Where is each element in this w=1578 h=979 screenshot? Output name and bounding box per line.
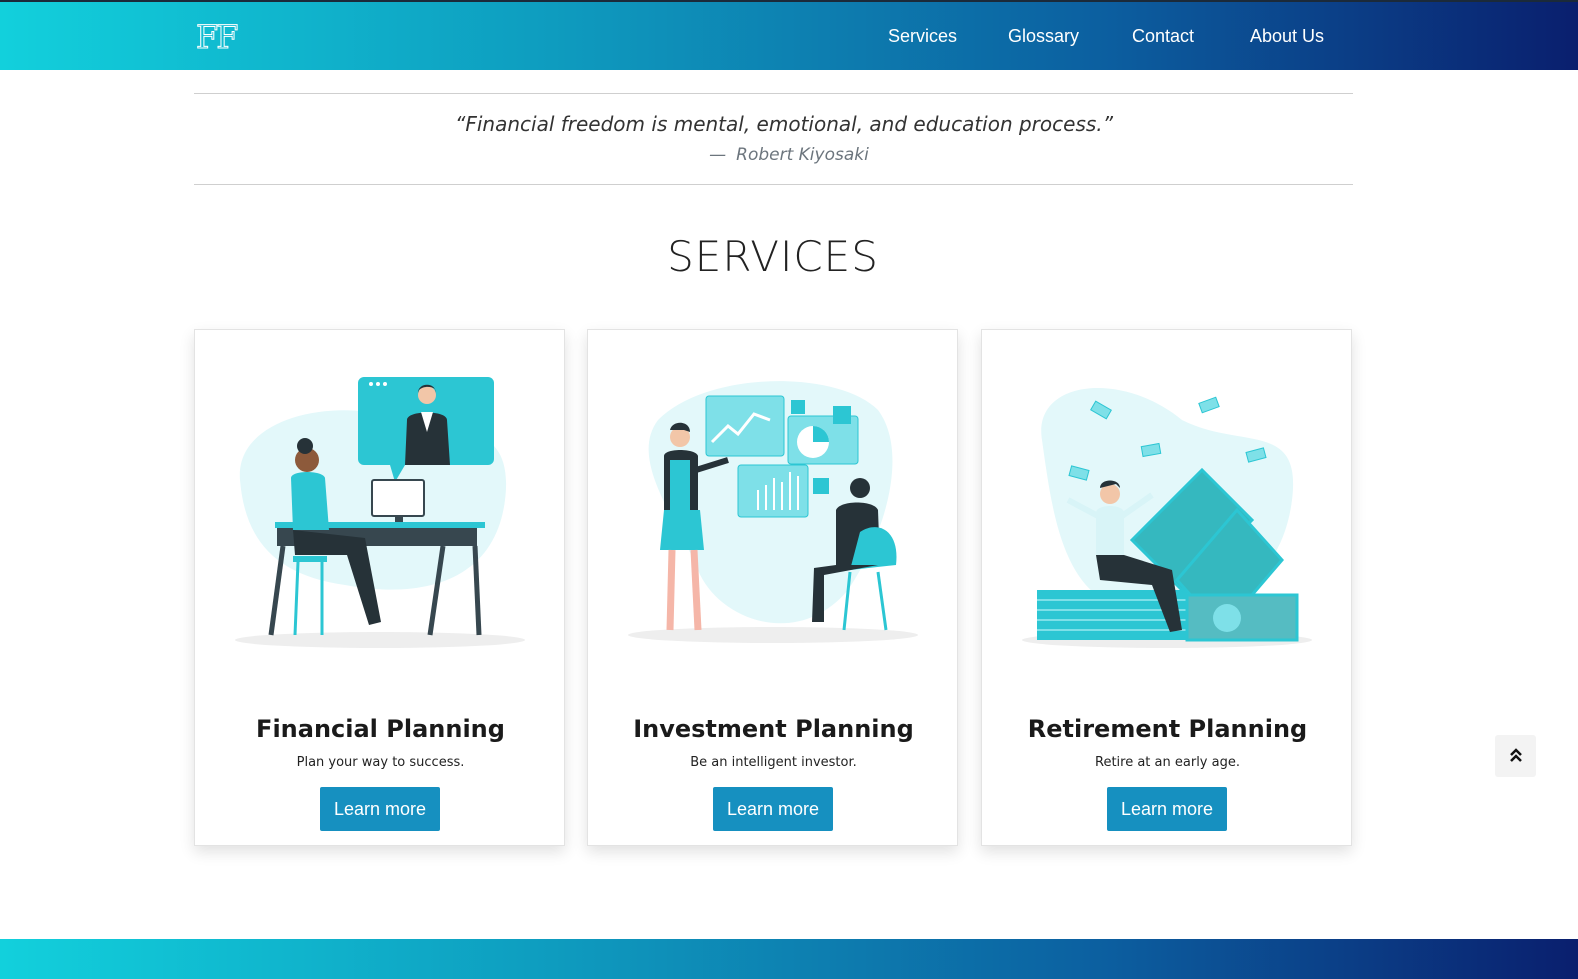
nav-menu: Services Glossary Contact About Us bbox=[0, 26, 1578, 56]
nav-link-contact[interactable]: Contact bbox=[1132, 26, 1194, 47]
quote-divider-bottom bbox=[194, 184, 1353, 185]
top-navbar: FF Services Glossary Contact About Us bbox=[0, 0, 1578, 70]
footer-bar bbox=[0, 939, 1578, 979]
card-description: Plan your way to success. bbox=[296, 755, 465, 770]
card-description: Retire at an early age. bbox=[1095, 755, 1240, 770]
card-title: Retirement Planning bbox=[1027, 715, 1308, 743]
card-title: Investment Planning bbox=[633, 715, 914, 743]
quote-divider-top bbox=[194, 93, 1353, 94]
man-on-money-stack-illustration bbox=[1022, 387, 1312, 648]
quote-block: “Financial freedom is mental, emotional,… bbox=[0, 112, 1578, 136]
quote-attribution: — Robert Kiyosaki bbox=[0, 145, 1578, 165]
attribution-dash: — bbox=[709, 145, 727, 165]
card-description: Be an intelligent investor. bbox=[690, 755, 857, 770]
quote-author: Robert Kiyosaki bbox=[736, 145, 869, 165]
investors-charts-illustration bbox=[628, 381, 918, 643]
services-heading: SERVICES bbox=[667, 232, 879, 281]
person-video-call-illustration bbox=[235, 377, 525, 648]
service-card-financial-planning: Financial Planning Plan your way to succ… bbox=[194, 329, 565, 846]
card-title: Financial Planning bbox=[256, 715, 505, 743]
service-card-investment-planning: Investment Planning Be an intelligent in… bbox=[587, 329, 958, 846]
scroll-to-top-button[interactable] bbox=[1495, 735, 1536, 777]
nav-link-services[interactable]: Services bbox=[888, 26, 957, 47]
learn-more-button[interactable]: Learn more bbox=[713, 787, 833, 831]
quote-text: “Financial freedom is mental, emotional,… bbox=[454, 112, 1114, 136]
learn-more-button[interactable]: Learn more bbox=[320, 787, 440, 831]
double-chevron-up-icon bbox=[1509, 748, 1522, 762]
nav-link-about-us[interactable]: About Us bbox=[1250, 26, 1324, 47]
learn-more-button[interactable]: Learn more bbox=[1107, 787, 1227, 831]
nav-link-glossary[interactable]: Glossary bbox=[1008, 26, 1079, 47]
service-card-retirement-planning: Retirement Planning Retire at an early a… bbox=[981, 329, 1352, 846]
